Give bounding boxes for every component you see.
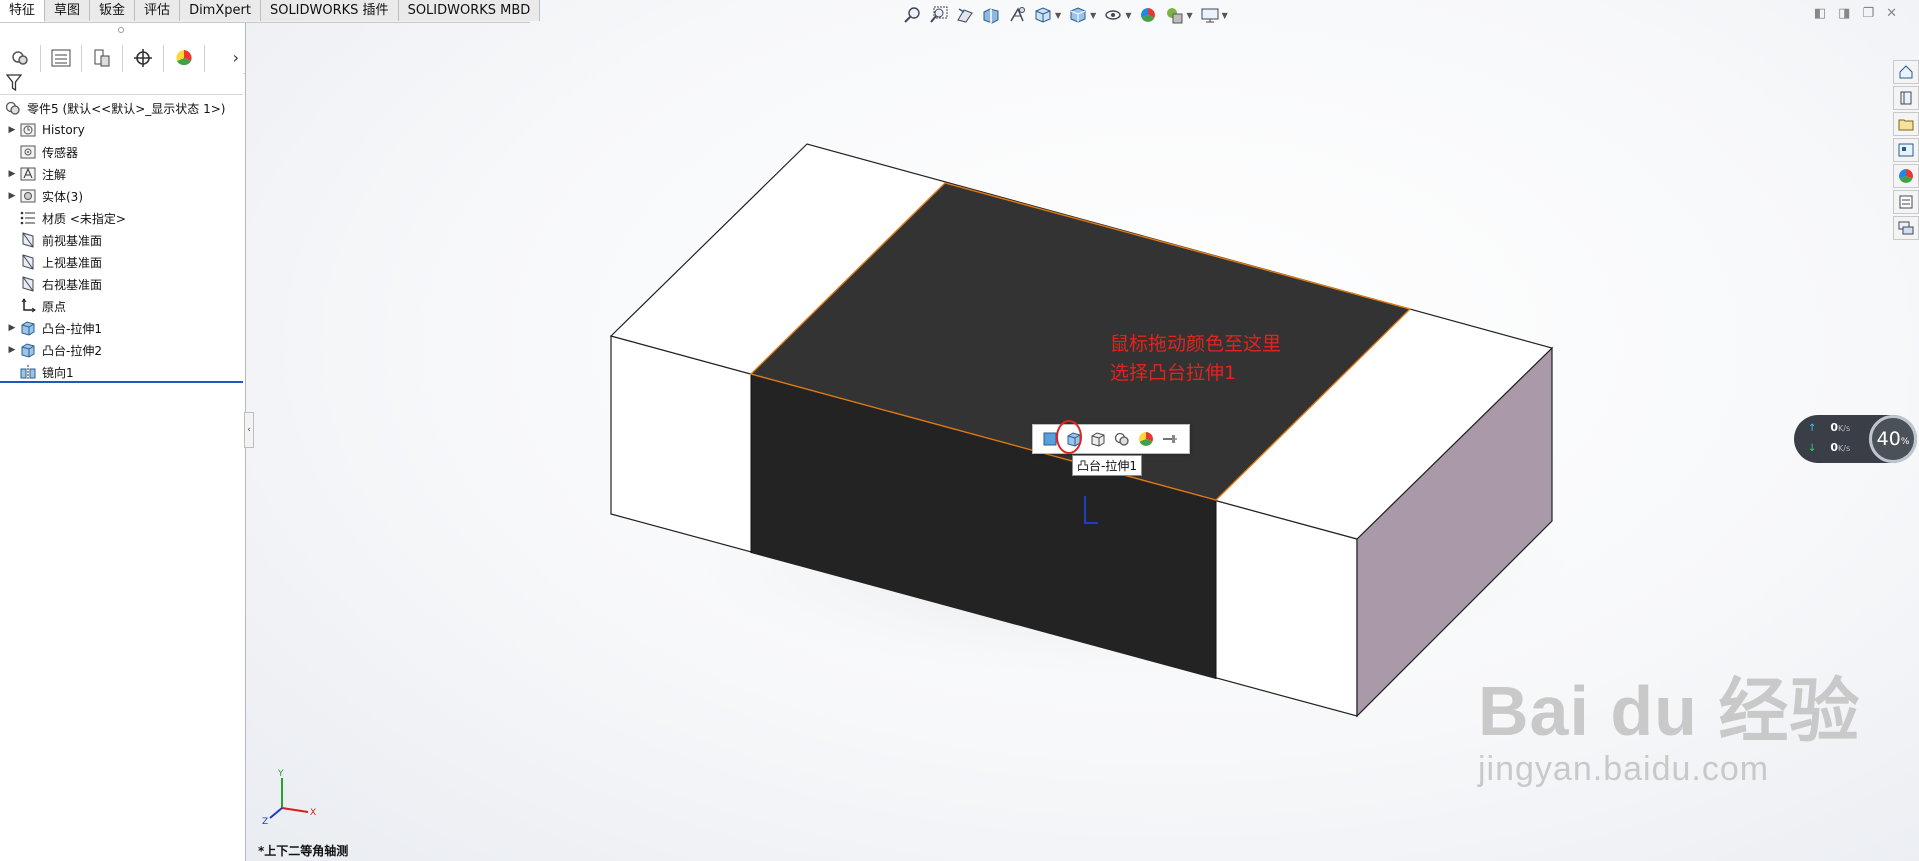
expand-arrow-icon[interactable]: ▶ — [5, 191, 19, 201]
baidu-watermark: Bai du 经验 jingyan.baidu.com — [1478, 655, 1860, 789]
tree-item-mirror-1[interactable]: 镜向1 — [0, 361, 245, 383]
tree-item-label: 凸台-拉伸1 — [42, 321, 102, 336]
panel-collapse-handle[interactable]: ‹ — [244, 412, 254, 448]
tab-sketch[interactable]: 草图 — [45, 0, 91, 21]
configuration-icon — [94, 49, 110, 67]
annotation-line-1: 鼠标拖动颜色至这里 — [1110, 333, 1282, 355]
watermark-brand: Bai du 经验 — [1478, 672, 1861, 750]
command-manager-tabs: 特征 草图 钣金 评估 DimXpert SOLIDWORKS 插件 SOLID… — [0, 0, 541, 23]
download-arrow-icon: ↓ — [1808, 443, 1817, 454]
tab-solidworks-mbd[interactable]: SOLIDWORKS MBD — [398, 0, 541, 21]
tree-item-label: 上视基准面 — [42, 255, 103, 270]
tree-item-boss-extrude-1[interactable]: ▶ 凸台-拉伸1 — [0, 317, 245, 339]
tree-item-boss-extrude-2[interactable]: ▶ 凸台-拉伸2 — [0, 339, 245, 361]
tree-item-label: History — [42, 123, 85, 137]
usage-gauge: 40% — [1869, 415, 1917, 463]
tree-item-solid-bodies[interactable]: ▶ 实体(3) — [0, 185, 245, 207]
tree-item-sensors[interactable]: 传感器 — [0, 141, 245, 163]
chevron-right-icon[interactable]: › — [233, 48, 239, 67]
feature-tree-icon — [12, 51, 28, 65]
property-manager-tab[interactable] — [41, 44, 82, 72]
appearance-target-toolbar — [1032, 424, 1190, 454]
dimxpert-manager-tab[interactable] — [123, 44, 164, 72]
upload-arrow-icon: ↑ — [1808, 423, 1817, 434]
tab-evaluate[interactable]: 评估 — [135, 0, 181, 21]
feature-target-icon[interactable] — [1063, 428, 1085, 450]
svg-text:Y: Y — [277, 769, 284, 779]
graphics-area[interactable]: ▼ ▼ ▼ ▼ ▼ ◧ ◨ ❐ ✕ Y X Z 鼠标拖动颜色至这里 选择凸台拉伸… — [246, 0, 1919, 861]
expand-arrow-icon[interactable]: ▶ — [5, 345, 19, 355]
plane-icon — [19, 276, 37, 292]
feature-tree: 零件5 (默认<<默认>_显示状态 1>) ▶ History 传感器 ▶ 注解… — [0, 97, 245, 383]
manager-tabs: › — [0, 43, 245, 74]
property-list-icon — [51, 49, 71, 67]
part-target-icon[interactable] — [1111, 428, 1133, 450]
display-manager-tab[interactable] — [164, 44, 205, 72]
expand-arrow-icon[interactable]: ▶ — [5, 125, 19, 135]
orientation-triad: Y X Z — [262, 769, 316, 827]
tree-item-label: 镜向1 — [42, 365, 74, 380]
tab-features[interactable]: 特征 — [0, 0, 46, 22]
mirror-icon — [19, 364, 37, 380]
feature-manager-panel: › 零件5 (默认<<默认>_显示状态 1>) ▶ History 传感器 ▶ … — [0, 0, 246, 861]
panel-splitter-grip[interactable] — [118, 27, 124, 33]
instruction-annotation: 鼠标拖动颜色至这里 选择凸台拉伸1 — [1110, 330, 1281, 388]
origin-icon — [19, 298, 37, 314]
pin-icon[interactable] — [1159, 428, 1181, 450]
crosshair-icon — [134, 49, 152, 67]
material-icon — [19, 210, 37, 226]
plane-icon — [19, 254, 37, 270]
extrude-icon — [19, 320, 37, 336]
tree-item-label: 前视基准面 — [42, 233, 103, 248]
svg-text:X: X — [310, 808, 316, 818]
part-icon — [4, 100, 22, 116]
tree-item-front-plane[interactable]: 前视基准面 — [0, 229, 245, 251]
tree-item-right-plane[interactable]: 右视基准面 — [0, 273, 245, 295]
appearance-ball-icon — [176, 50, 192, 66]
tree-item-label: 注解 — [42, 167, 67, 182]
expand-arrow-icon[interactable]: ▶ — [5, 323, 19, 333]
tree-item-label: 原点 — [42, 299, 67, 314]
tree-root-label: 零件5 (默认<<默认>_显示状态 1>) — [27, 101, 226, 116]
tree-item-label: 材质 <未指定> — [42, 211, 126, 226]
extrude-icon — [19, 342, 37, 358]
feature-tooltip: 凸台-拉伸1 — [1072, 455, 1142, 476]
tree-item-history[interactable]: ▶ History — [0, 119, 245, 141]
configuration-manager-tab[interactable] — [82, 44, 123, 72]
tree-item-label: 传感器 — [42, 145, 79, 160]
body-target-icon[interactable] — [1087, 428, 1109, 450]
tree-item-label: 右视基准面 — [42, 277, 103, 292]
tree-filter-row[interactable] — [0, 72, 243, 95]
network-speed-widget: ↑ 0K/s ↓ 0K/s 40% — [1794, 415, 1917, 463]
rollback-bar[interactable] — [0, 381, 243, 383]
upload-speed: ↑ 0K/s — [1808, 421, 1851, 434]
tree-item-top-plane[interactable]: 上视基准面 — [0, 251, 245, 273]
tree-item-label: 实体(3) — [42, 189, 83, 204]
current-view-name: *上下二等角轴测 — [258, 844, 349, 858]
tree-root-part[interactable]: 零件5 (默认<<默认>_显示状态 1>) — [0, 97, 245, 119]
download-speed: ↓ 0K/s — [1808, 441, 1851, 454]
expand-arrow-icon[interactable]: ▶ — [5, 169, 19, 179]
tab-sheet-metal[interactable]: 钣金 — [90, 0, 136, 21]
tab-solidworks-addins[interactable]: SOLIDWORKS 插件 — [260, 0, 399, 21]
tree-item-material[interactable]: 材质 <未指定> — [0, 207, 245, 229]
plane-icon — [19, 232, 37, 248]
history-icon — [19, 122, 37, 138]
face-target-icon[interactable] — [1039, 428, 1061, 450]
annotation-icon — [19, 166, 37, 182]
tab-dimxpert[interactable]: DimXpert — [180, 0, 261, 21]
feature-manager-tab[interactable] — [0, 44, 41, 72]
sensor-icon — [19, 144, 37, 160]
solid-bodies-icon — [19, 188, 37, 204]
appearance-ball-icon[interactable] — [1135, 428, 1157, 450]
tree-item-annotations[interactable]: ▶ 注解 — [0, 163, 245, 185]
annotation-line-2: 选择凸台拉伸1 — [1110, 362, 1237, 384]
filter-icon[interactable] — [6, 74, 22, 92]
tree-item-label: 凸台-拉伸2 — [42, 343, 102, 358]
tree-item-origin[interactable]: 原点 — [0, 295, 245, 317]
svg-text:Z: Z — [262, 817, 268, 827]
